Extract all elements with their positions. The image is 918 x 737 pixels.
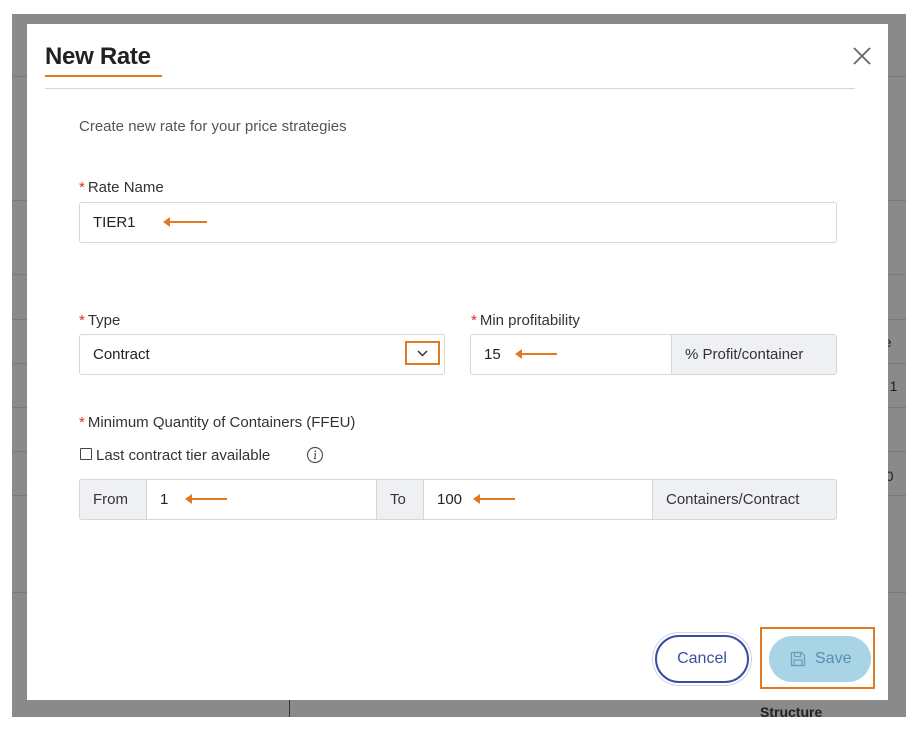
profit-unit-text: % Profit/container xyxy=(685,346,804,363)
min-profitability-value: 15 xyxy=(484,346,501,363)
type-select[interactable]: Contract xyxy=(79,334,445,375)
last-tier-checkbox-label: Last contract tier available xyxy=(96,447,271,464)
bg-column-header: Structure xyxy=(760,704,823,717)
chevron-down-icon xyxy=(417,350,428,357)
from-quantity-input[interactable]: 1 xyxy=(146,479,377,520)
dialog-title: New Rate xyxy=(45,43,151,70)
rate-name-label: * Rate Name xyxy=(79,179,164,196)
type-label-text: Type xyxy=(87,312,121,329)
min-profitability-input[interactable]: 15 xyxy=(470,334,673,375)
to-quantity-value: 100 xyxy=(437,491,463,508)
cancel-button[interactable]: Cancel xyxy=(655,635,749,683)
rate-name-value: TIER1 xyxy=(93,214,136,231)
close-button[interactable] xyxy=(850,44,874,68)
from-addon: From xyxy=(79,479,147,520)
info-icon[interactable] xyxy=(306,446,324,464)
new-rate-dialog: New Rate Create new rate for your price … xyxy=(27,24,888,700)
required-mark: * xyxy=(79,414,85,431)
save-label: Save xyxy=(815,650,852,667)
arrow-annotation xyxy=(473,494,515,504)
save-icon xyxy=(790,651,806,667)
required-mark: * xyxy=(79,312,85,329)
header-divider xyxy=(45,88,855,89)
save-button[interactable]: Save xyxy=(769,636,871,682)
from-label: From xyxy=(93,491,128,508)
arrow-annotation xyxy=(515,349,557,359)
min-profitability-label: * Min profitability xyxy=(471,312,580,329)
from-quantity-value: 1 xyxy=(160,491,169,508)
min-quantity-label: * Minimum Quantity of Containers (FFEU) xyxy=(79,414,355,431)
to-addon: To xyxy=(376,479,424,520)
arrow-annotation xyxy=(163,217,207,227)
required-mark: * xyxy=(471,312,477,329)
arrow-annotation xyxy=(185,494,227,504)
containers-unit-text: Containers/Contract xyxy=(666,491,800,508)
bg-divider xyxy=(289,700,290,717)
min-quantity-label-text: Minimum Quantity of Containers (FFEU) xyxy=(87,414,356,431)
containers-unit-addon: Containers/Contract xyxy=(652,479,837,520)
min-profitability-label-text: Min profitability xyxy=(479,312,580,329)
type-dropdown-toggle[interactable] xyxy=(405,341,440,365)
dialog-subtitle: Create new rate for your price strategie… xyxy=(79,118,347,135)
rate-name-label-text: Rate Name xyxy=(87,179,164,196)
close-icon xyxy=(853,47,871,65)
type-value: Contract xyxy=(93,346,150,363)
last-tier-checkbox[interactable] xyxy=(80,448,92,460)
profit-unit-addon: % Profit/container xyxy=(671,334,837,375)
required-mark: * xyxy=(79,179,85,196)
to-quantity-input[interactable]: 100 xyxy=(423,479,653,520)
type-label: * Type xyxy=(79,312,120,329)
to-label: To xyxy=(390,491,406,508)
title-underline xyxy=(45,75,162,77)
